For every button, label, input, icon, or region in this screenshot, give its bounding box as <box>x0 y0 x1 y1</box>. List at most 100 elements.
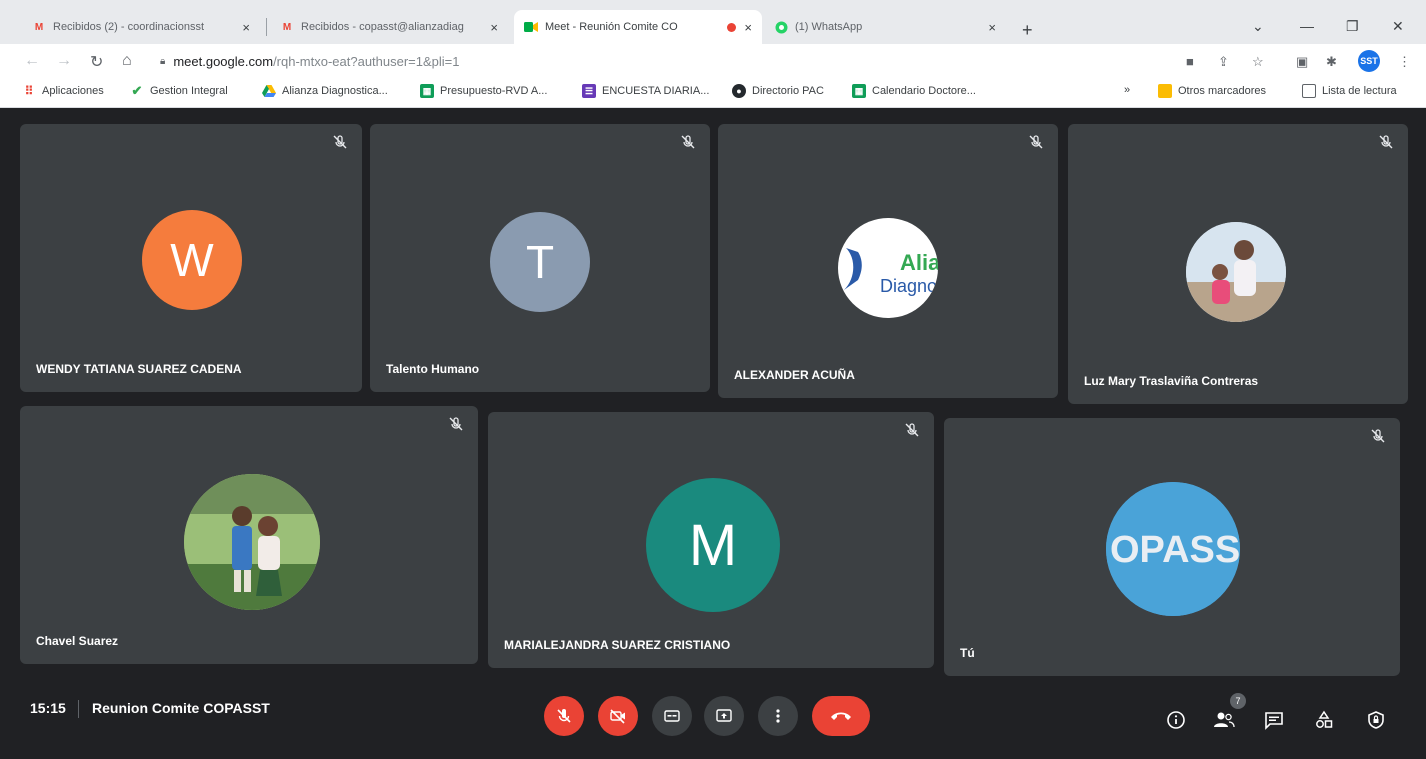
host-controls-button[interactable] <box>1364 708 1388 732</box>
hang-up-icon <box>831 712 851 720</box>
drive-icon <box>262 84 276 98</box>
participant-tile[interactable]: Alia Diagno ALEXANDER ACUÑA <box>718 124 1058 398</box>
bookmark-label: Gestion Integral <box>150 85 228 97</box>
participant-name: WENDY TATIANA SUAREZ CADENA <box>36 362 242 376</box>
people-button[interactable] <box>1212 708 1236 732</box>
profile-avatar[interactable]: SST <box>1358 50 1380 72</box>
meeting-details-button[interactable] <box>1164 708 1188 732</box>
tab-gmail-copasst[interactable]: M Recibidos - copasst@alianzadiag × <box>270 10 508 44</box>
participant-name: Chavel Suarez <box>36 634 119 648</box>
alianza-logo-icon: Alia Diagno <box>844 248 938 296</box>
browser-tab-bar: M Recibidos (2) - coordinacionsst × M Re… <box>0 0 1426 44</box>
present-screen-icon <box>716 709 732 722</box>
tab-whatsapp[interactable]: (1) WhatsApp × <box>764 10 1006 44</box>
logo-text-bottom: Diagno <box>880 276 937 296</box>
bookmark-star-icon[interactable]: ☆ <box>1252 54 1264 70</box>
back-icon[interactable]: ← <box>24 52 40 70</box>
tab-title: Meet - Reunión Comite CO <box>545 21 678 33</box>
tab-title: (1) WhatsApp <box>795 21 863 33</box>
bookmark-alianza[interactable]: Alianza Diagnostica... <box>262 84 388 98</box>
bookmark-label: Directorio PAC <box>752 85 824 97</box>
close-tab-icon[interactable]: × <box>744 20 752 35</box>
photo-icon <box>1186 222 1286 322</box>
tab-meet[interactable]: Meet - Reunión Comite CO × <box>514 10 762 44</box>
sheets-icon: ▦ <box>852 84 866 98</box>
url-input[interactable]: 🔒︎ meet.google.com/rqh-mtxo-eat?authuser… <box>160 48 1150 74</box>
forward-icon[interactable]: → <box>56 52 72 70</box>
share-icon[interactable]: ⇪ <box>1218 54 1229 70</box>
bookmark-label: Calendario Doctore... <box>872 85 976 97</box>
mic-off-icon <box>681 135 695 149</box>
bookmark-label: ENCUESTA DIARIA... <box>602 85 710 97</box>
home-icon[interactable]: ⌂ <box>122 52 132 70</box>
reading-list-button[interactable]: Lista de lectura <box>1302 84 1397 98</box>
restore-icon[interactable]: ❐ <box>1346 18 1359 35</box>
participant-tile[interactable]: Luz Mary Traslaviña Contreras <box>1068 124 1408 404</box>
avatar: M <box>646 478 780 612</box>
tab-title: Recibidos - copasst@alianzadiag <box>301 21 464 33</box>
bookmark-apps[interactable]: ⠿ Aplicaciones <box>22 84 104 98</box>
participant-tile[interactable]: Chavel Suarez <box>20 406 478 664</box>
participant-name: Tú <box>960 646 975 660</box>
more-options-button[interactable] <box>758 696 798 736</box>
participant-tile[interactable]: W WENDY TATIANA SUAREZ CADENA <box>20 124 362 392</box>
extension-icon[interactable]: ▣ <box>1296 54 1308 70</box>
checkmark-icon: ✔ <box>131 83 143 98</box>
photo-icon <box>184 474 320 610</box>
tab-gmail-inbox[interactable]: M Recibidos (2) - coordinacionsst × <box>22 10 260 44</box>
profile-photo-avatar <box>184 474 320 610</box>
bookmark-label: Otros marcadores <box>1178 85 1267 97</box>
close-tab-icon[interactable]: × <box>490 20 498 35</box>
bookmark-presupuesto[interactable]: ▦ Presupuesto-RVD A... <box>420 84 547 98</box>
camera-in-use-icon[interactable]: ■ <box>1186 54 1194 69</box>
whatsapp-icon <box>774 20 788 34</box>
close-window-icon[interactable]: ✕ <box>1392 18 1404 35</box>
bookmark-gestion-integral[interactable]: ✔ Gestion Integral <box>130 83 228 98</box>
toggle-camera-button[interactable] <box>598 696 638 736</box>
lock-icon: 🔒︎ <box>160 55 166 67</box>
chat-button[interactable] <box>1262 708 1286 732</box>
forms-icon: ☰ <box>582 84 596 98</box>
bookmark-label: Lista de lectura <box>1322 85 1397 97</box>
recording-indicator-icon <box>727 22 737 32</box>
mic-off-icon <box>557 709 571 723</box>
new-tab-button[interactable]: + <box>1022 20 1033 41</box>
participant-tile[interactable]: T Talento Humano <box>370 124 710 392</box>
menu-kebab-icon[interactable]: ⋮ <box>1398 54 1411 70</box>
close-tab-icon[interactable]: × <box>988 20 996 35</box>
leave-call-button[interactable] <box>812 696 870 736</box>
bookmark-other[interactable]: Otros marcadores <box>1158 84 1266 98</box>
participant-name: Luz Mary Traslaviña Contreras <box>1084 374 1259 388</box>
meeting-controls-bar: 15:15 Reunion Comite COPASST 7 <box>0 676 1426 759</box>
present-screen-button[interactable] <box>704 696 744 736</box>
avatar: W <box>142 210 242 310</box>
chat-icon <box>1265 712 1283 730</box>
reload-icon[interactable]: ↻ <box>90 52 103 72</box>
gmail-icon: M <box>34 21 44 33</box>
extensions-puzzle-icon[interactable]: ✱ <box>1326 54 1337 70</box>
bookmarks-overflow-button[interactable]: » <box>1124 84 1130 96</box>
tab-search-icon[interactable]: ⌄ <box>1252 18 1264 35</box>
logo-text-top: Alia <box>900 250 938 275</box>
divider <box>78 700 79 718</box>
mic-off-icon <box>905 423 919 437</box>
closed-captions-icon <box>664 710 680 722</box>
logo-text: OPASS <box>1110 529 1240 571</box>
bookmark-encuesta[interactable]: ☰ ENCUESTA DIARIA... <box>582 84 709 98</box>
sheets-icon: ▦ <box>420 84 434 98</box>
more-vert-icon <box>776 709 780 723</box>
meeting-clock: 15:15 <box>30 700 66 716</box>
people-icon <box>1214 712 1235 728</box>
toggle-microphone-button[interactable] <box>544 696 584 736</box>
captions-button[interactable] <box>652 696 692 736</box>
activities-button[interactable] <box>1312 708 1336 732</box>
participant-tile[interactable]: M MARIALEJANDRA SUAREZ CRISTIANO <box>488 412 934 668</box>
bookmark-label: Alianza Diagnostica... <box>282 85 388 97</box>
bookmark-calendario[interactable]: ▦ Calendario Doctore... <box>852 84 976 98</box>
bookmark-directorio[interactable]: ● Directorio PAC <box>732 84 824 98</box>
minimize-icon[interactable]: — <box>1300 18 1314 34</box>
participant-tile-self[interactable]: OPASS Tú <box>944 418 1400 676</box>
close-tab-icon[interactable]: × <box>242 20 250 35</box>
reading-list-icon <box>1302 84 1316 98</box>
github-icon: ● <box>732 84 746 98</box>
